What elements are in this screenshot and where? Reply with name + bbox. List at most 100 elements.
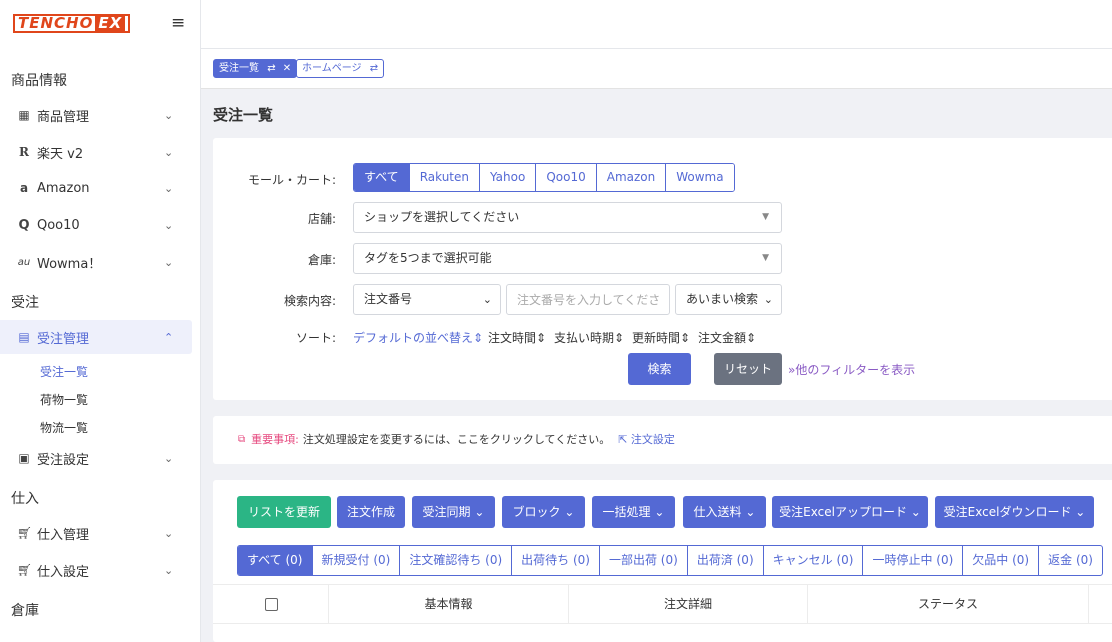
qoo10-icon: Q	[18, 217, 30, 233]
close-icon[interactable]: ✕	[283, 63, 291, 74]
sidebar-item-order-settings[interactable]: ▣ 受注設定 ⌄	[0, 441, 192, 475]
sidebar-item-order-management[interactable]: ▤ 受注管理 ⌃	[0, 320, 192, 354]
search-label: 検索内容:	[283, 294, 336, 308]
chevron-down-icon: ⌄	[164, 145, 174, 159]
sidebar: TENCHO EX ≡ 商品情報 ▦ 商品管理 ⌄ R 楽天 v2 ⌄ a Ama…	[0, 0, 201, 642]
sort-update-time[interactable]: 更新時間⇕	[632, 329, 690, 346]
sidebar-item-qoo10[interactable]: Q Qoo10 ⌄	[0, 208, 192, 242]
important-notice[interactable]: ⧉ 重要事項: 注文処理設定を変更するには、ここをクリックしてください。 ⇱ 注…	[238, 431, 675, 447]
order-sync-button[interactable]: 受注同期 ⌄	[412, 496, 495, 528]
amazon-icon: a	[19, 181, 29, 195]
settings-doc-icon: ▣	[18, 451, 30, 465]
chevron-down-icon: ⌄	[164, 563, 174, 577]
chevron-down-icon: ⌄	[564, 505, 575, 519]
status-tabs: すべて (0) 新規受付 (0) 注文確認待ち (0) 出荷待ち (0) 一部出…	[237, 545, 1103, 576]
status-tab-partial-shipped[interactable]: 一部出荷 (0)	[600, 546, 688, 575]
excel-download-button[interactable]: 受注Excelダウンロード ⌄	[935, 496, 1094, 528]
page-tab-bar: 受注一覧 ⇄ ✕ ホームページ ⇄	[201, 49, 1112, 89]
page-tab-homepage[interactable]: ホームページ ⇄	[296, 59, 385, 78]
box-icon: ▦	[18, 108, 30, 122]
purchase-shipping-button[interactable]: 仕入送料 ⌄	[683, 496, 766, 528]
excel-upload-button[interactable]: 受注Excelアップロード ⌄	[772, 496, 928, 528]
tenchoex-logo[interactable]: TENCHO EX	[13, 14, 131, 33]
chevron-down-icon: ⌄	[654, 505, 665, 519]
page-tab-label: 受注一覧	[219, 63, 259, 74]
mall-option-all[interactable]: すべて	[354, 164, 410, 191]
sidebar-item-wowma[interactable]: au Wowma！ ⌄	[0, 245, 192, 279]
bulk-process-button[interactable]: 一括処理 ⌄	[592, 496, 675, 528]
sort-default[interactable]: デフォルトの並べ替え⇕	[353, 329, 483, 346]
chevron-down-icon: ⌄	[763, 293, 773, 306]
order-table-header: 基本情報 注文詳細 ステータス	[213, 584, 1112, 624]
refresh-list-button[interactable]: リストを更新	[237, 496, 331, 528]
order-settings-link[interactable]: ⇱ 注文設定	[618, 431, 675, 447]
create-order-button[interactable]: 注文作成	[337, 496, 405, 528]
refresh-icon[interactable]: ⇄	[267, 63, 275, 74]
status-tab-awaiting-shipment[interactable]: 出荷待ち (0)	[512, 546, 600, 575]
logo-text: TENCHO EX	[13, 14, 131, 33]
sort-payment-time[interactable]: 支払い時期⇕	[554, 329, 624, 346]
sort-icon: ⇕	[536, 331, 547, 345]
sidebar-sub-logistics-list[interactable]: 物流一覧	[40, 419, 88, 436]
external-link-icon: ⇱	[618, 433, 628, 446]
section-orders: 受注	[11, 295, 39, 311]
status-tab-paused[interactable]: 一時停止中 (0)	[863, 546, 964, 575]
cart-icon: 🛒︎	[17, 526, 33, 540]
search-field-value: 注文番号	[364, 292, 413, 306]
match-mode-value: あいまい検索	[686, 292, 759, 306]
sidebar-item-label: 仕入設定	[37, 564, 90, 580]
mall-selector: すべて Rakuten Yahoo Qoo10 Amazon Wowma	[353, 163, 735, 192]
mall-option-yahoo[interactable]: Yahoo	[480, 164, 537, 191]
order-number-input[interactable]	[506, 284, 670, 315]
rakuten-icon: R	[19, 145, 29, 159]
match-mode-select[interactable]: あいまい検索 ⌄	[675, 284, 782, 315]
sidebar-item-rakuten[interactable]: R 楽天 v2 ⌄	[0, 135, 192, 169]
select-all-checkbox[interactable]	[265, 598, 278, 611]
warehouse-label: 倉庫:	[307, 253, 336, 267]
chevron-up-icon: ⌃	[164, 330, 174, 344]
status-tab-shipped[interactable]: 出荷済 (0)	[688, 546, 764, 575]
sidebar-item-label: Wowma！	[37, 256, 102, 272]
caret-down-icon: ▼	[762, 212, 769, 222]
shop-select[interactable]: ショップを選択してください ▼	[353, 202, 782, 233]
cart-settings-icon: 🛒︎	[17, 563, 33, 577]
status-tab-out-of-stock[interactable]: 欠品中 (0)	[963, 546, 1040, 575]
copy-icon: ⧉	[238, 433, 246, 445]
warehouse-select-value: タグを5つまで選択可能	[364, 251, 492, 265]
mall-option-qoo10[interactable]: Qoo10	[536, 164, 597, 191]
sidebar-item-purchase-management[interactable]: 🛒︎ 仕入管理 ⌄	[0, 516, 192, 550]
sidebar-item-label: 楽天 v2	[37, 146, 84, 162]
mall-option-amazon[interactable]: Amazon	[596, 164, 667, 191]
page-tab-order-list[interactable]: 受注一覧 ⇄ ✕	[213, 59, 298, 78]
section-purchasing: 仕入	[11, 491, 39, 507]
notice-text: 注文処理設定を変更するには、ここをクリックしてください。	[302, 433, 611, 446]
mall-option-wowma[interactable]: Wowma	[666, 164, 734, 191]
sidebar-item-product-management[interactable]: ▦ 商品管理 ⌄	[0, 98, 192, 132]
block-button[interactable]: ブロック ⌄	[502, 496, 585, 528]
status-tab-awaiting-confirmation[interactable]: 注文確認待ち (0)	[400, 546, 513, 575]
sidebar-item-amazon[interactable]: a Amazon ⌄	[0, 171, 192, 205]
sort-order-amount[interactable]: 注文金額⇕	[698, 329, 756, 346]
refresh-icon[interactable]: ⇄	[370, 63, 378, 74]
section-warehouse: 倉庫	[11, 603, 39, 619]
column-basic-info: 基本情報	[329, 585, 569, 623]
menu-toggle-icon[interactable]: ≡	[171, 13, 185, 33]
mall-option-rakuten[interactable]: Rakuten	[409, 164, 480, 191]
chevron-down-icon: ⌄	[910, 505, 921, 519]
sidebar-sub-package-list[interactable]: 荷物一覧	[40, 391, 88, 408]
search-field-select[interactable]: 注文番号 ⌄	[353, 284, 501, 315]
more-filters-link[interactable]: »他のフィルターを表示	[788, 361, 915, 378]
status-tab-cancelled[interactable]: キャンセル (0)	[764, 546, 864, 575]
sidebar-item-purchase-settings[interactable]: 🛒︎ 仕入設定 ⌄	[0, 553, 192, 587]
warehouse-select[interactable]: タグを5つまで選択可能 ▼	[353, 243, 782, 274]
status-tab-refund[interactable]: 返金 (0)	[1039, 546, 1102, 575]
sort-icon: ⇕	[680, 331, 691, 345]
search-button[interactable]: 検索	[628, 353, 691, 385]
reset-button[interactable]: リセット	[714, 353, 782, 385]
status-tab-all[interactable]: すべて (0)	[238, 546, 313, 575]
sort-order-time[interactable]: 注文時間⇕	[488, 329, 546, 346]
sort-label: ソート:	[295, 331, 336, 345]
sidebar-sub-order-list[interactable]: 受注一覧	[40, 363, 88, 380]
status-tab-new[interactable]: 新規受付 (0)	[313, 546, 401, 575]
column-order-details: 注文詳細	[569, 585, 808, 623]
